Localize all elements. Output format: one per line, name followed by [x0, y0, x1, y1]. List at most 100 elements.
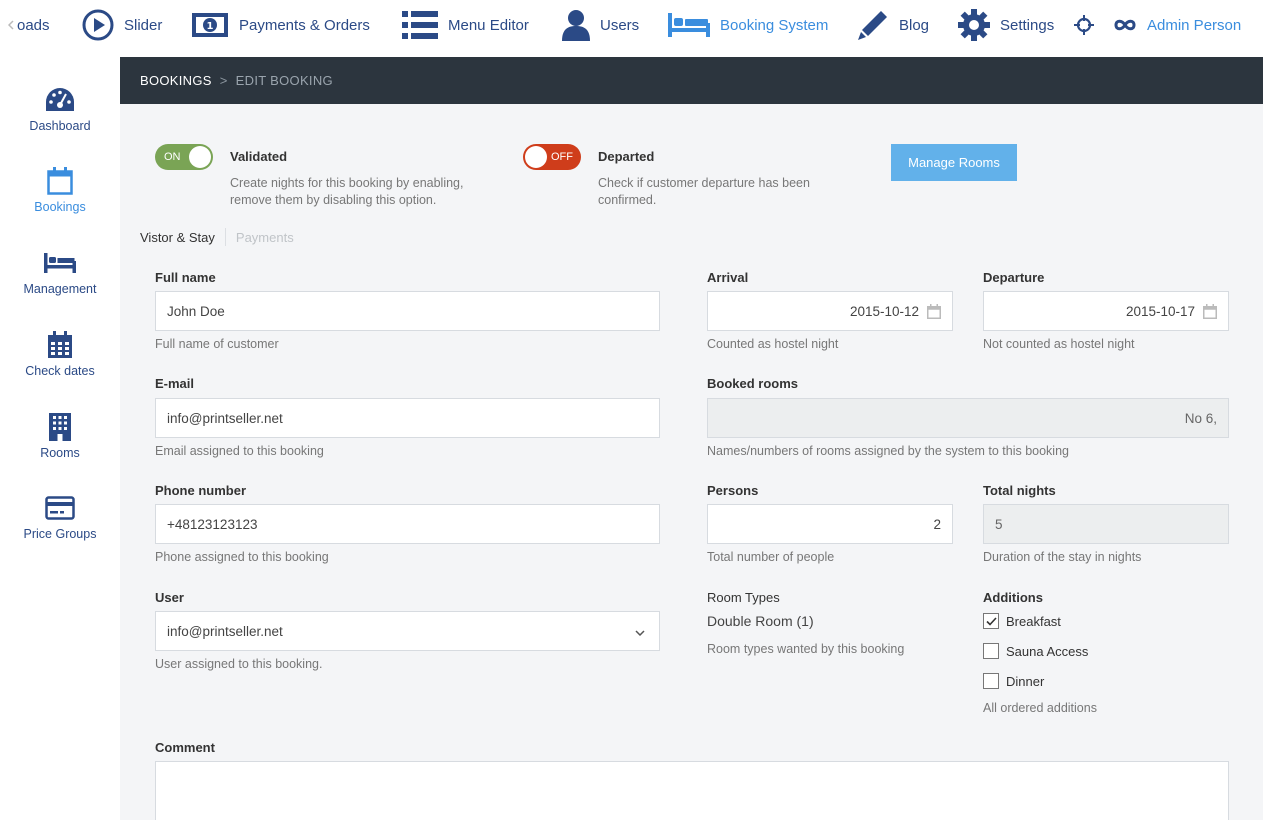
persons-field[interactable]: 2	[707, 504, 953, 544]
phone-help: Phone assigned to this booking	[155, 550, 329, 564]
total-nights-field: 5	[983, 504, 1229, 544]
room-types-help: Room types wanted by this booking	[707, 642, 905, 656]
booked-rooms-label: Booked rooms	[707, 376, 799, 391]
svg-text:1: 1	[207, 21, 214, 32]
checkbox-checked-icon[interactable]	[983, 613, 999, 629]
email-label: E-mail	[155, 376, 195, 391]
addition-label: Breakfast	[1006, 613, 1061, 629]
departed-toggle[interactable]: OFF	[523, 144, 581, 170]
full-name-input[interactable]: John Doe	[155, 291, 660, 331]
nav-item-blog[interactable]: Blog	[857, 0, 929, 50]
credit-card-icon	[0, 493, 120, 523]
sidebar-item-label: Check dates	[25, 364, 95, 378]
persons-label: Persons	[707, 483, 759, 498]
checkbox-unchecked-icon[interactable]	[983, 673, 999, 689]
nav-item-slider[interactable]: Slider	[82, 0, 162, 50]
total-nights-help: Duration of the stay in nights	[983, 550, 1142, 564]
chevron-down-icon	[635, 625, 645, 640]
calendar-icon	[0, 166, 120, 196]
departed-description: Check if customer departure has been con…	[598, 175, 810, 209]
addition-sauna-checkbox[interactable]: Sauna Access	[983, 643, 1088, 659]
departure-label: Departure	[983, 270, 1045, 285]
nav-item-settings[interactable]: Settings	[958, 0, 1054, 50]
tab-divider	[224, 228, 226, 246]
comment-textarea[interactable]	[155, 761, 1229, 820]
crosshair-icon	[1074, 15, 1094, 35]
building-icon	[0, 412, 120, 442]
full-name-label: Full name	[155, 270, 216, 285]
arrival-date-input[interactable]: 2015-10-12	[707, 291, 953, 331]
sidebar-item-label: Price Groups	[23, 527, 97, 541]
top-navigation: oads Slider 1 Payments & Orders Menu Edi…	[0, 0, 1263, 50]
departure-value: 2015-10-17	[1125, 303, 1195, 319]
phone-label: Phone number	[155, 483, 247, 498]
sidebar-item-label: Bookings	[34, 200, 86, 214]
checkbox-unchecked-icon[interactable]	[983, 643, 999, 659]
validated-description: Create nights for this booking by enabli…	[230, 175, 463, 209]
room-types-label: Room Types	[707, 590, 780, 605]
sidebar-item-management[interactable]: Management	[0, 248, 120, 296]
booked-rooms-help: Names/numbers of rooms assigned by the s…	[707, 444, 1069, 458]
departure-date-input[interactable]: 2015-10-17	[983, 291, 1229, 331]
departed-desc-line: Check if customer departure has been	[598, 176, 810, 190]
nav-label: Users	[600, 16, 640, 34]
calendar-grid-icon	[0, 330, 120, 360]
sidebar-item-rooms[interactable]: Rooms	[0, 412, 120, 460]
calendar-icon[interactable]	[1203, 303, 1217, 319]
nav-label: Settings	[1000, 16, 1055, 34]
nav-item-booking-system[interactable]: Booking System	[668, 0, 828, 50]
sidebar-item-label: Dashboard	[29, 119, 91, 133]
form-tabs: Vistor & Stay Payments	[140, 227, 294, 247]
departed-title: Departed	[598, 149, 655, 164]
calendar-icon[interactable]	[927, 303, 941, 319]
nav-item-admin-person[interactable]: Admin Person	[1113, 0, 1241, 50]
booked-rooms-field: No 6,	[707, 398, 1229, 438]
user-help: User assigned to this booking.	[155, 657, 323, 671]
sidebar-item-label: Rooms	[40, 446, 80, 460]
addition-breakfast-checkbox[interactable]: Breakfast	[983, 613, 1061, 629]
tab-visitor-stay[interactable]: Vistor & Stay	[140, 230, 215, 245]
tab-payments[interactable]: Payments	[236, 230, 294, 245]
toggle-knob	[189, 146, 211, 168]
user-icon	[562, 9, 590, 41]
arrival-label: Arrival	[707, 270, 749, 285]
validated-toggle[interactable]: ON	[155, 144, 213, 170]
main-content: BOOKINGS > EDIT BOOKING ON Validated Cre…	[120, 57, 1263, 820]
arrival-help: Counted as hostel night	[707, 337, 839, 351]
persons-help: Total number of people	[707, 550, 835, 564]
nav-item-users[interactable]: Users	[562, 0, 639, 50]
nav-item-payments[interactable]: 1 Payments & Orders	[191, 0, 370, 50]
nav-item-menu-editor[interactable]: Menu Editor	[402, 0, 529, 50]
arrival-value: 2015-10-12	[849, 303, 919, 319]
user-select[interactable]: info@printseller.net	[155, 611, 660, 651]
breadcrumb-root[interactable]: BOOKINGS	[140, 73, 212, 88]
nav-item-locate[interactable]	[1074, 0, 1094, 50]
sidebar-item-bookings[interactable]: Bookings	[0, 166, 120, 214]
nav-item-downloads[interactable]: oads	[8, 0, 50, 50]
total-nights-value: 5	[995, 516, 1003, 532]
banknote-icon: 1	[191, 12, 229, 38]
toggle-state-label: ON	[164, 151, 181, 163]
pencil-icon	[857, 9, 889, 41]
email-field[interactable]: info@printseller.net	[155, 398, 660, 438]
phone-field[interactable]: +48123123123	[155, 504, 660, 544]
manage-rooms-button[interactable]: Manage Rooms	[891, 144, 1017, 181]
additions-help: All ordered additions	[983, 701, 1097, 715]
nav-label: Admin Person	[1147, 16, 1242, 34]
play-circle-icon	[82, 9, 114, 41]
addition-label: Sauna Access	[1006, 643, 1089, 659]
dashboard-icon	[0, 85, 120, 115]
list-icon	[402, 10, 438, 40]
nav-label: Blog	[899, 16, 930, 34]
sidebar-item-price-groups[interactable]: Price Groups	[0, 493, 120, 541]
sidebar: Dashboard Bookings Management Check date…	[0, 57, 120, 820]
sidebar-item-dashboard[interactable]: Dashboard	[0, 85, 120, 133]
nav-label: oads	[17, 16, 50, 34]
sidebar-item-check-dates[interactable]: Check dates	[0, 330, 120, 378]
user-label: User	[155, 590, 184, 605]
validated-desc-line: remove them by disabling this option.	[230, 193, 437, 207]
addition-dinner-checkbox[interactable]: Dinner	[983, 673, 1044, 689]
validated-desc-line: Create nights for this booking by enabli…	[230, 176, 464, 190]
nav-label: Payments & Orders	[239, 16, 370, 34]
email-help: Email assigned to this booking	[155, 444, 324, 458]
